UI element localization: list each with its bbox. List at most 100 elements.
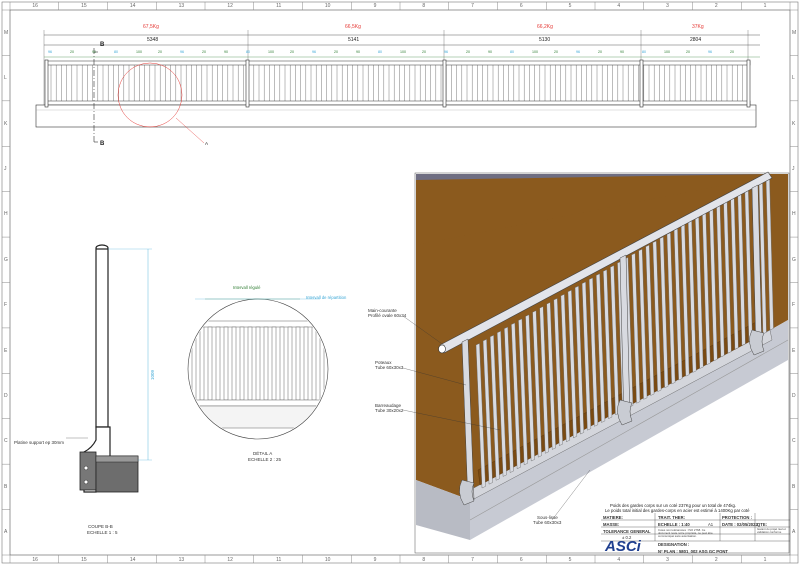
zone-column-label: 12 <box>227 3 233 9</box>
spacing-dim: 20 <box>598 50 602 54</box>
spacing-dim: 90 <box>92 50 96 54</box>
zone-row-label: H <box>4 211 8 218</box>
zone-column-label: 3 <box>666 557 669 563</box>
section-marker-bottom: B <box>100 141 105 147</box>
regular-interval-label: Intervall régulé <box>233 285 261 290</box>
zone-column-label: 15 <box>81 557 87 563</box>
detail-a <box>187 298 329 440</box>
spacing-dim: 20 <box>290 50 294 54</box>
spacing-dim: 96 <box>708 50 712 54</box>
zone-row-label: F <box>4 302 8 309</box>
spacing-dim: 20 <box>554 50 558 54</box>
weight-label: 66,2Kg <box>537 24 553 30</box>
zone-row-label: G <box>4 256 8 263</box>
zone-row-label: D <box>792 393 796 400</box>
zone-row-label: H <box>792 211 796 218</box>
weight-label: 66,5Kg <box>345 24 361 30</box>
zone-column-label: 13 <box>178 3 185 9</box>
zone-column-label: 14 <box>129 557 136 563</box>
tb-masse: MASSE: <box>603 522 620 527</box>
spacing-dim: 20 <box>334 50 338 54</box>
spacing-dim: 90 <box>224 50 228 54</box>
spacing-dim: 80 <box>642 50 646 54</box>
weight-note-2: Le poids total initial des gardes-corps … <box>605 508 750 513</box>
zone-column-label: 10 <box>324 3 331 9</box>
zone-row-label: C <box>792 438 796 445</box>
section-marker-top: B <box>100 42 105 48</box>
zone-row-label: B <box>792 483 796 490</box>
zone-column-label: 11 <box>276 3 282 9</box>
spacing-dim: 96 <box>444 50 448 54</box>
zone-column-label: 2 <box>714 557 718 563</box>
tb-date: DATE : 02/05/2022 <box>722 522 758 527</box>
section-b-b <box>66 244 152 493</box>
company-logo: ASCi <box>605 538 641 555</box>
length-dim: 5348 <box>147 37 159 43</box>
zone-row-label: A <box>4 529 8 536</box>
zone-column-label: 15 <box>81 3 87 9</box>
zone-row-label: B <box>4 483 8 490</box>
tb-recipient: Garant du projet réel et validation conf… <box>757 527 786 534</box>
baluster-profile-label: Tube 30x20x2 <box>375 408 404 413</box>
tb-matiere: MATIERE: <box>603 515 623 520</box>
zone-row-label: A <box>792 529 796 536</box>
zone-column-label: 2 <box>714 3 718 9</box>
spacing-dim: 100 <box>532 50 538 54</box>
zone-column-label: 6 <box>519 3 523 9</box>
zone-column-label: 9 <box>373 557 377 563</box>
zone-row-label: G <box>792 256 796 263</box>
length-dim: 5141 <box>348 37 360 43</box>
spacing-dim: 100 <box>400 50 406 54</box>
tb-warning: Cotes non tolérancées : ISO 2768. Ce doc… <box>658 528 713 538</box>
spacing-dim: 20 <box>202 50 206 54</box>
detail-caption-scale: ECHELLE 2 : 25 <box>248 457 282 462</box>
zone-column-label: 4 <box>617 3 621 9</box>
zone-column-label: 9 <box>373 3 377 9</box>
zone-row-label: E <box>792 347 796 354</box>
zone-column-label: 6 <box>519 557 523 563</box>
post-profile-label: Tube 60x30x3 <box>375 365 404 370</box>
iso-view <box>402 171 790 554</box>
spacing-dim: 20 <box>70 50 74 54</box>
spacing-dim: 90 <box>488 50 492 54</box>
tb-protection: PROTECTION : <box>722 515 753 520</box>
drawing-canvas <box>1 1 799 564</box>
spacing-dim: 96 <box>312 50 316 54</box>
zone-row-label: C <box>4 438 8 445</box>
tb-trait: TRAIT. THER: <box>658 515 685 520</box>
spacing-dim: 100 <box>268 50 274 54</box>
spacing-dim: 96 <box>48 50 52 54</box>
bottom-rail-profile-label: Tube 60x30x3 <box>533 520 562 525</box>
zone-row-label: J <box>792 165 795 172</box>
spacing-dim: 96 <box>180 50 184 54</box>
plate-label: Platine support ep 30mm <box>14 440 65 445</box>
height-dimension: 1009 <box>150 369 155 380</box>
spacing-dim: 80 <box>114 50 118 54</box>
length-dim: 5130 <box>539 37 551 43</box>
zone-row-label: K <box>792 120 796 127</box>
spacing-dim: 20 <box>158 50 162 54</box>
zone-row-label: D <box>4 393 8 400</box>
zone-column-label: 8 <box>422 3 426 9</box>
spacing-dim: 90 <box>620 50 624 54</box>
zone-row-label: M <box>792 29 797 36</box>
zone-row-label: L <box>792 75 795 82</box>
spacing-dim: 20 <box>686 50 690 54</box>
zone-row-label: L <box>4 75 7 82</box>
zone-column-label: 8 <box>422 557 426 563</box>
zone-column-label: 5 <box>568 3 572 9</box>
drawing-sheet: 16 16 15 15 14 14 13 13 12 12 11 11 10 10 9 9 8 8 7 7 6 6 5 5 4 4… <box>0 0 800 565</box>
zone-column-label: 16 <box>32 557 38 563</box>
zone-row-label: J <box>4 165 7 172</box>
adjust-interval-label: Intervall de répartition <box>306 295 347 300</box>
detail-caption-title: DÉTAIL A <box>253 451 273 456</box>
tb-format: A1 <box>708 522 714 527</box>
zone-column-label: 7 <box>471 557 474 563</box>
zone-column-label: 7 <box>471 3 474 9</box>
top-elevation <box>35 30 760 144</box>
spacing-dim: 100 <box>664 50 670 54</box>
zone-row-label: M <box>4 29 9 36</box>
spacing-dim: 20 <box>422 50 426 54</box>
zone-row-label: K <box>4 120 8 127</box>
section-caption-scale: ECHELLE 1 : 5 <box>87 530 118 535</box>
